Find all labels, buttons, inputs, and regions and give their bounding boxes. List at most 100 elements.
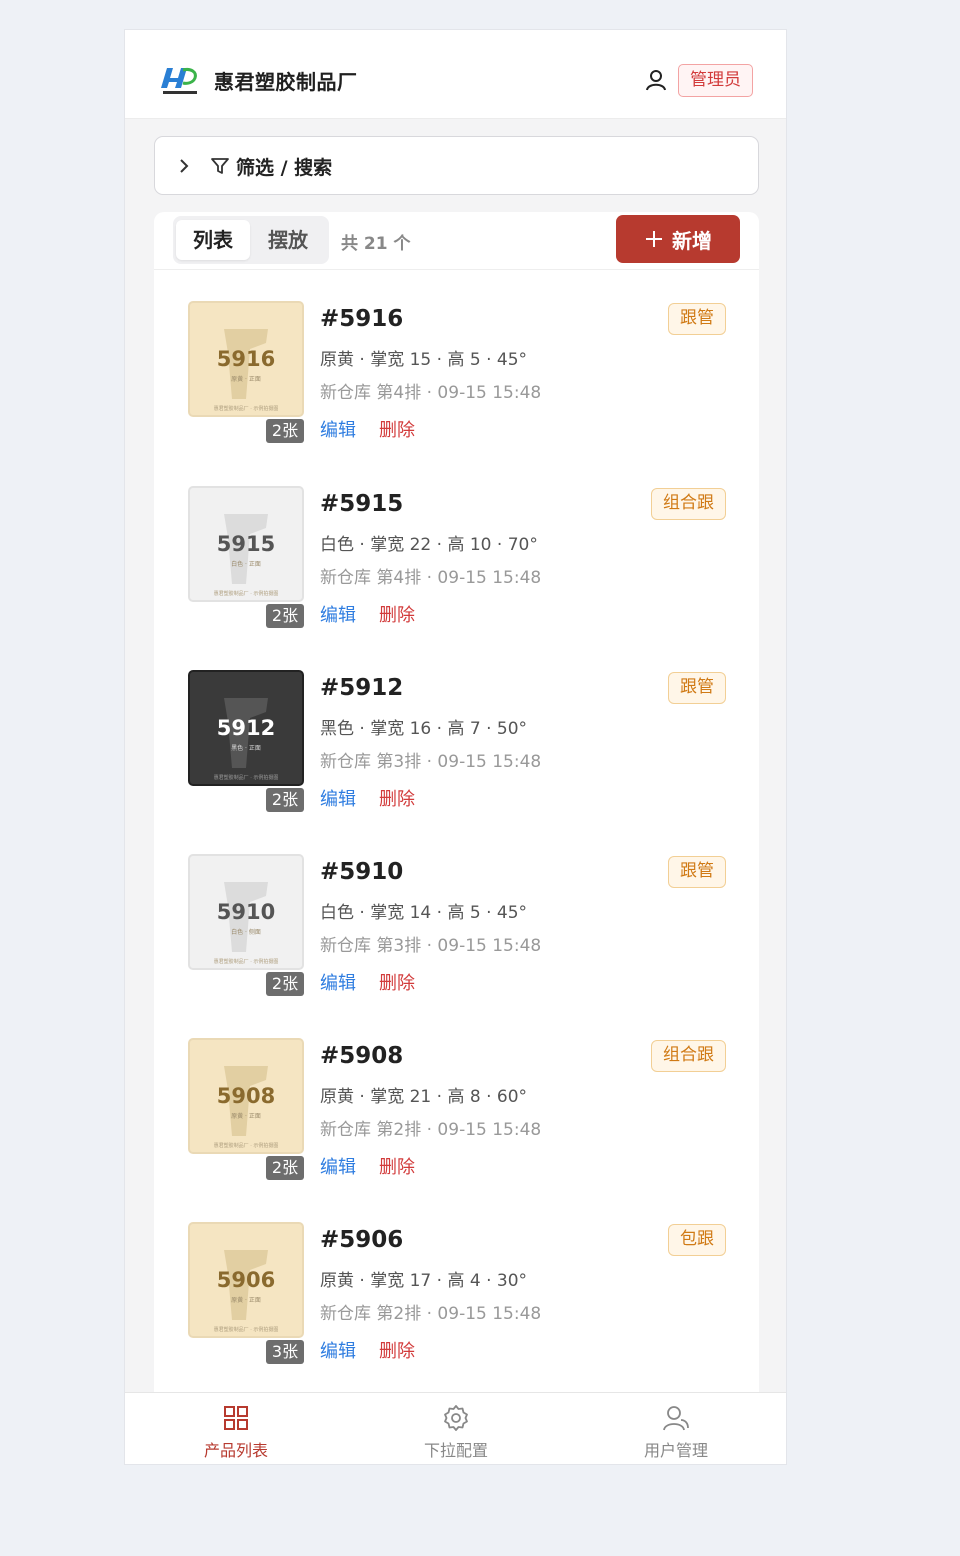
thumb-number: 5908 [216,1084,276,1108]
thumb-subtitle: 原黄 · 正面 [231,376,261,383]
thumb-footer: 惠君塑胶制品厂 · 示例拍摄图 [213,775,279,781]
product-location: 新仓库 第4排 · 09-15 15:48 [320,568,542,588]
product-location: 新仓库 第4排 · 09-15 15:48 [320,383,542,403]
delete-link[interactable]: 删除 [379,969,415,995]
thumb-footer: 惠君塑胶制品厂 · 示例拍摄图 [213,959,279,965]
delete-link[interactable]: 删除 [379,1337,415,1363]
photo-count-badge: 2张 [266,419,304,443]
product-code: #5908 [320,1043,404,1069]
list-item: 5916 原黄 · 正面 惠君塑胶制品厂 · 示例拍摄图 2张 #5916 原黄… [154,301,759,485]
tab-layout-view[interactable]: 摆放 [251,220,325,260]
list-item: 5910 白色 · 侧面 惠君塑胶制品厂 · 示例拍摄图 2张 #5910 白色… [154,854,759,1038]
tab-user-management[interactable]: 用户管理 [565,1393,785,1464]
thumb-number: 5906 [216,1268,276,1292]
thumb-subtitle: 原黄 · 正面 [231,1297,261,1304]
list-item: 5912 黑色 · 正面 惠君塑胶制品厂 · 示例拍摄图 2张 #5912 黑色… [154,670,759,854]
delete-link[interactable]: 删除 [379,1153,415,1179]
product-thumbnail[interactable]: 5912 黑色 · 正面 惠君塑胶制品厂 · 示例拍摄图 [188,670,304,786]
add-product-button[interactable]: 新增 [616,215,740,263]
product-spec: 原黄 · 掌宽 17 · 高 4 · 30° [320,1271,528,1291]
plus-icon [646,231,662,247]
product-spec: 原黄 · 掌宽 15 · 高 5 · 45° [320,350,528,370]
tab-label: 下拉配置 [423,1441,488,1460]
product-thumbnail[interactable]: 5915 白色 · 正面 惠君塑胶制品厂 · 示例拍摄图 [188,486,304,602]
type-tag: 组合跟 [651,1040,726,1072]
thumb-number: 5915 [216,532,276,556]
filter-search-toggle[interactable]: 筛选 / 搜索 [154,136,759,195]
product-thumbnail[interactable]: 5910 白色 · 侧面 惠君塑胶制品厂 · 示例拍摄图 [188,854,304,970]
photo-count-badge: 2张 [266,604,304,628]
view-switch: 列表 摆放 [173,216,329,264]
product-spec: 原黄 · 掌宽 21 · 高 8 · 60° [320,1087,528,1107]
thumb-footer: 惠君塑胶制品厂 · 示例拍摄图 [213,591,279,597]
type-tag: 包跟 [668,1224,726,1256]
users-icon [663,1406,689,1431]
thumb-subtitle: 白色 · 正面 [231,561,261,568]
list-item: 5915 白色 · 正面 惠君塑胶制品厂 · 示例拍摄图 2张 #5915 白色… [154,486,759,670]
filter-label: 筛选 / 搜索 [236,157,333,179]
product-code: #5910 [320,859,404,885]
thumb-number: 5912 [216,716,276,740]
grid-icon [224,1406,248,1430]
product-code: #5906 [320,1227,404,1253]
bottom-tabbar: 产品列表 下拉配置 用户管理 [125,1392,786,1464]
tab-label: 产品列表 [203,1441,268,1460]
product-list-card: 列表 摆放 共 21 个 新增 5916 原黄 · 正面 惠君塑胶制品厂 · 示… [154,212,759,1412]
app-frame: 惠君塑胶制品厂 管理员 筛选 / 搜索 列表 摆放 共 21 个 新增 5916… [124,29,787,1465]
photo-count-badge: 2张 [266,1156,304,1180]
add-button-label: 新增 [672,228,712,253]
top-header: 惠君塑胶制品厂 管理员 [125,30,786,119]
product-location: 新仓库 第2排 · 09-15 15:48 [320,1304,542,1324]
chevron-right-icon [180,159,189,173]
filter-icon [211,158,229,174]
thumb-footer: 惠君塑胶制品厂 · 示例拍摄图 [213,1143,279,1149]
company-logo [161,68,197,94]
edit-link[interactable]: 编辑 [320,1153,356,1179]
list-item: 5908 原黄 · 正面 惠君塑胶制品厂 · 示例拍摄图 2张 #5908 原黄… [154,1038,759,1222]
product-thumbnail[interactable]: 5916 原黄 · 正面 惠君塑胶制品厂 · 示例拍摄图 [188,301,304,417]
delete-link[interactable]: 删除 [379,416,415,442]
thumb-subtitle: 白色 · 侧面 [231,929,261,936]
thumb-subtitle: 原黄 · 正面 [231,1113,261,1120]
product-thumbnail[interactable]: 5906 原黄 · 正面 惠君塑胶制品厂 · 示例拍摄图 [188,1222,304,1338]
edit-link[interactable]: 编辑 [320,601,356,627]
user-icon[interactable] [645,69,667,91]
gear-icon [444,1405,468,1431]
product-code: #5915 [320,491,404,517]
delete-link[interactable]: 删除 [379,785,415,811]
tab-product-list[interactable]: 产品列表 [125,1393,345,1464]
delete-link[interactable]: 删除 [379,601,415,627]
thumb-subtitle: 黑色 · 正面 [231,745,261,752]
product-code: #5916 [320,306,404,332]
item-count: 共 21 个 [341,234,411,254]
list-toolbar: 列表 摆放 共 21 个 新增 [154,212,759,270]
edit-link[interactable]: 编辑 [320,416,356,442]
product-location: 新仓库 第3排 · 09-15 15:48 [320,936,542,956]
product-spec: 黑色 · 掌宽 16 · 高 7 · 50° [320,719,528,739]
product-spec: 白色 · 掌宽 22 · 高 10 · 70° [320,535,538,555]
product-location: 新仓库 第3排 · 09-15 15:48 [320,752,542,772]
product-code: #5912 [320,675,404,701]
type-tag: 跟管 [668,856,726,888]
thumb-number: 5910 [216,900,276,924]
thumb-number: 5916 [216,347,276,371]
type-tag: 跟管 [668,303,726,335]
tab-list-view[interactable]: 列表 [176,220,250,260]
main-content: 筛选 / 搜索 列表 摆放 共 21 个 新增 5916 原黄 · 正面 惠君塑… [139,120,775,1412]
edit-link[interactable]: 编辑 [320,1337,356,1363]
photo-count-badge: 3张 [266,1340,304,1364]
product-location: 新仓库 第2排 · 09-15 15:48 [320,1120,542,1140]
edit-link[interactable]: 编辑 [320,969,356,995]
brand-name: 惠君塑胶制品厂 [214,70,358,94]
thumb-footer: 惠君塑胶制品厂 · 示例拍摄图 [213,406,279,412]
tab-label: 用户管理 [643,1441,708,1460]
photo-count-badge: 2张 [266,972,304,996]
product-thumbnail[interactable]: 5908 原黄 · 正面 惠君塑胶制品厂 · 示例拍摄图 [188,1038,304,1154]
edit-link[interactable]: 编辑 [320,785,356,811]
photo-count-badge: 2张 [266,788,304,812]
list-item: 5906 原黄 · 正面 惠君塑胶制品厂 · 示例拍摄图 3张 #5906 原黄… [154,1222,759,1406]
type-tag: 组合跟 [651,488,726,520]
thumb-footer: 惠君塑胶制品厂 · 示例拍摄图 [213,1327,279,1333]
type-tag: 跟管 [668,672,726,704]
tab-dropdown-config[interactable]: 下拉配置 [345,1393,565,1464]
